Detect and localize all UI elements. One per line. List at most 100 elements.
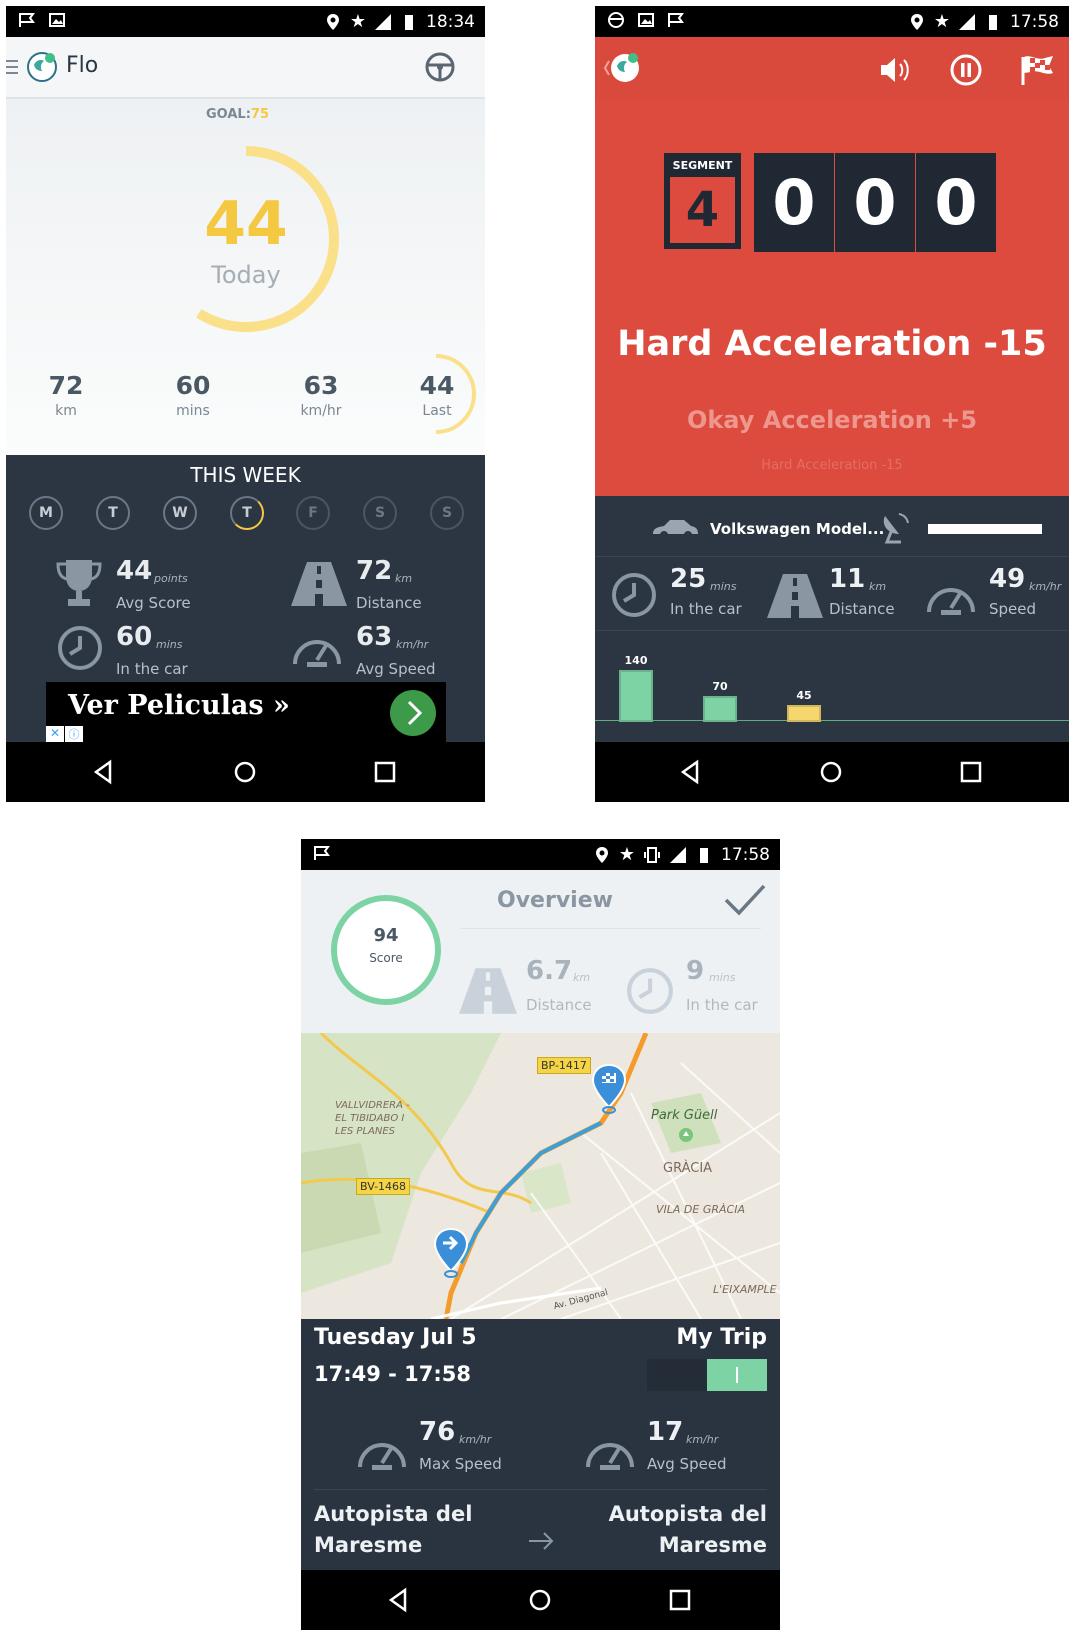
trip-distance-label: Distance (829, 600, 895, 618)
segment-box: SEGMENT 4 (664, 153, 741, 249)
week-distance-label: Distance (356, 594, 422, 612)
day-thursday[interactable]: T (230, 496, 264, 530)
status-bar: ★ 17:58 (301, 839, 780, 870)
speedometer-icon (927, 588, 975, 615)
map-canvas[interactable] (301, 1033, 780, 1319)
steering-wheel-icon[interactable] (424, 51, 456, 83)
recents-icon[interactable] (666, 1586, 694, 1614)
home-icon[interactable] (231, 758, 259, 786)
location-icon (595, 846, 608, 863)
location-icon (326, 13, 339, 30)
sound-icon[interactable] (879, 55, 913, 85)
week-time-unit: mins (156, 638, 183, 651)
phone-dashboard: ★ 18:34 Flo GOAL:75 44 Today 72 km 60 mi… (6, 6, 485, 802)
ad-arrow-button[interactable] (390, 690, 436, 736)
trip-time-range: 17:49 - 17:58 (314, 1362, 472, 1386)
week-speed-value: 63 (356, 622, 393, 652)
trip-distance-unit: km (869, 580, 887, 593)
trip-time-unit: mins (709, 971, 736, 984)
map-label-eixample: L'EIXAMPLE (713, 1283, 777, 1296)
speedometer-icon (586, 1443, 634, 1470)
star-icon: ★ (618, 844, 635, 865)
checkmark-icon[interactable] (723, 882, 767, 918)
signal-icon (670, 846, 686, 863)
ad-close-icon[interactable]: ✕ (46, 726, 64, 742)
road-icon (291, 562, 347, 606)
stat-distance-value: 72 (48, 371, 84, 400)
trip-speed-value: 49 (989, 564, 1026, 594)
car-icon (653, 520, 698, 539)
stat-time-unit: mins (176, 403, 210, 419)
status-time: 17:58 (1010, 11, 1059, 32)
day-monday[interactable]: M (29, 496, 63, 530)
back-icon[interactable] (677, 758, 705, 786)
gps-signal-bar (928, 524, 1042, 534)
arrow-right-icon (529, 1532, 554, 1550)
event-previous: Okay Acceleration +5 (686, 406, 978, 434)
trip-score-label: Score (369, 951, 403, 965)
trip-time-value: 9 (686, 956, 705, 986)
trophy-icon (56, 560, 102, 606)
recents-icon[interactable] (371, 758, 399, 786)
finish-marker-icon[interactable] (591, 1063, 627, 1115)
week-speed-unit: km/hr (396, 638, 429, 651)
my-trip-toggle[interactable] (647, 1359, 767, 1391)
week-distance-unit: km (395, 572, 413, 585)
trip-details-panel: Tuesday Jul 5 17:49 - 17:58 My Trip 76 k… (301, 1319, 780, 1570)
ad-info-icon[interactable]: ⓘ (65, 726, 83, 742)
my-trip-label: My Trip (676, 1325, 767, 1350)
signal-icon (375, 13, 391, 30)
map-label-bv1468: BV-1468 (356, 1178, 411, 1195)
day-saturday[interactable]: S (363, 496, 397, 530)
day-sunday[interactable]: S (430, 496, 464, 530)
app-title: Flo (66, 53, 99, 78)
stat-speed-value: 63 (303, 371, 339, 400)
day-wednesday[interactable]: W (163, 496, 197, 530)
home-icon[interactable] (526, 1586, 554, 1614)
day-friday[interactable]: F (296, 496, 330, 530)
battery-icon (700, 847, 708, 863)
recents-icon[interactable] (957, 758, 985, 786)
this-week-title: THIS WEEK (190, 463, 301, 487)
flag-icon (668, 13, 684, 27)
trip-time-label: In the car (670, 600, 742, 618)
counter-digit-1: 0 (754, 153, 834, 252)
status-bar: ★ 18:34 (6, 6, 485, 37)
star-icon: ★ (349, 11, 366, 32)
road-icon (767, 574, 823, 618)
today-score-value: 44 (204, 189, 288, 259)
trip-speed-label: Speed (989, 600, 1037, 618)
ad-banner[interactable]: Ver Peliculas » ✕ ⓘ (46, 682, 446, 742)
road-icon (459, 968, 517, 1014)
trip-map[interactable]: BP-1417 Park Güell GRÀCIA VILA DE GRÀCIA… (301, 1033, 780, 1319)
event-older: Hard Acceleration -15 (761, 458, 903, 473)
menu-icon[interactable] (6, 59, 18, 75)
status-time: 17:58 (721, 844, 770, 865)
battery-icon (405, 14, 413, 30)
back-icon[interactable] (90, 758, 118, 786)
week-speed-label: Avg Speed (356, 660, 436, 678)
clock-icon (58, 626, 102, 670)
segment-label: SEGMENT (672, 159, 733, 172)
finish-flag-icon[interactable] (1019, 53, 1057, 87)
car-name[interactable]: Volkswagen Model... (710, 520, 884, 538)
counter-digit-2: 0 (835, 153, 915, 252)
app-logo-back-icon[interactable] (603, 51, 643, 85)
star-icon: ★ (933, 11, 950, 32)
map-label-vila-de-gracia: VILA DE GRÀCIA (656, 1203, 745, 1216)
back-icon[interactable] (385, 1586, 413, 1614)
start-marker-icon[interactable] (433, 1227, 469, 1279)
pause-icon[interactable] (950, 54, 982, 86)
counter-digit-3: 0 (916, 153, 996, 252)
speed-bar-label: 45 (796, 689, 812, 702)
avg-speed-unit: km/hr (686, 1433, 719, 1446)
goal-label: GOAL:75 (206, 107, 270, 122)
stat-last-value: 44 (419, 371, 455, 400)
trip-distance-value: 6.7 (526, 956, 573, 986)
day-tuesday[interactable]: T (96, 496, 130, 530)
map-label-gracia: GRÀCIA (663, 1161, 713, 1176)
map-label-bp1417: BP-1417 (537, 1057, 591, 1074)
signal-icon (959, 13, 975, 30)
home-icon[interactable] (817, 758, 845, 786)
nav-bar (301, 1570, 780, 1630)
